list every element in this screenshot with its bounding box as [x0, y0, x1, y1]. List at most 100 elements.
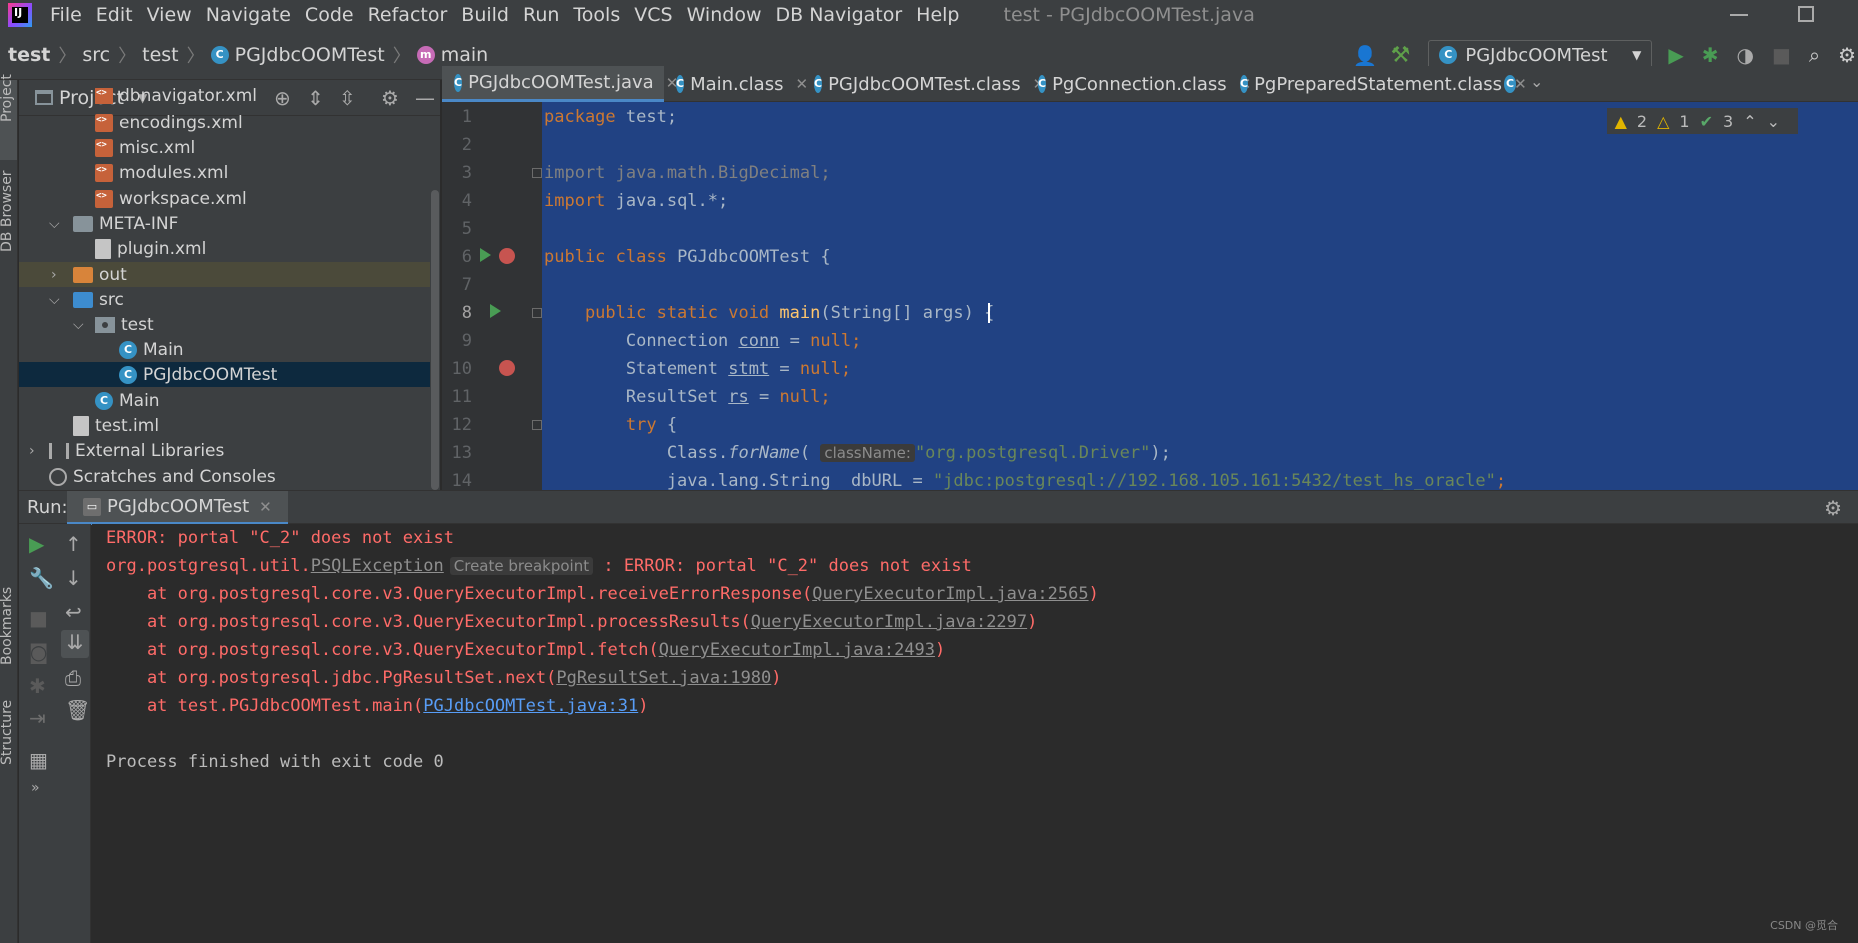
- chevron-down-icon[interactable]: ⌵: [73, 317, 84, 333]
- debug-icon[interactable]: ✱: [1702, 43, 1719, 67]
- breadcrumb-project[interactable]: test: [8, 44, 50, 66]
- build-hammer-icon[interactable]: ⚒: [1391, 43, 1411, 68]
- code-editor[interactable]: 1 2 3 4 5 6 7 8 9 10 11 12 13 14 package…: [442, 102, 1858, 491]
- tool-window-bookmarks-button[interactable]: Bookmarks: [0, 585, 17, 675]
- run-tab-pgjdbcoomtest[interactable]: ▭ PGJdbcOOMTest ✕: [67, 491, 288, 525]
- camera-icon[interactable]: ◙: [29, 640, 48, 664]
- close-icon[interactable]: ✕: [259, 498, 272, 516]
- tree-item-main-root[interactable]: C Main: [19, 388, 440, 413]
- menu-window[interactable]: Window: [687, 4, 762, 26]
- tree-item-test-package[interactable]: ⌵ test: [19, 312, 440, 337]
- debug-disabled-icon[interactable]: ✱: [29, 674, 46, 698]
- tree-item-misc[interactable]: misc.xml: [19, 135, 440, 160]
- run-console[interactable]: ERROR: portal "C_2" does not exist org.p…: [92, 524, 1858, 943]
- menu-run[interactable]: Run: [523, 4, 559, 26]
- menu-vcs[interactable]: VCS: [634, 4, 672, 26]
- soft-wrap-icon[interactable]: ↩: [65, 600, 82, 624]
- settings-gear-icon[interactable]: ⚙: [1838, 43, 1856, 67]
- tree-item-pgjdbcoomtest[interactable]: C PGJdbcOOMTest: [19, 362, 440, 387]
- menu-db-navigator[interactable]: DB Navigator: [775, 4, 902, 26]
- inspection-widget[interactable]: ▲ 2 △ 1 ✔ 3 ⌃ ⌄: [1606, 108, 1798, 134]
- editor-gutter[interactable]: 1 2 3 4 5 6 7 8 9 10 11 12 13 14: [442, 102, 542, 491]
- tree-item-plugin[interactable]: plugin.xml: [19, 236, 440, 261]
- restore-button[interactable]: [1798, 6, 1814, 22]
- chevron-up-icon[interactable]: ⌃: [1743, 112, 1756, 131]
- user-icon[interactable]: 👤: [1353, 44, 1378, 68]
- wrench-icon[interactable]: 🔧: [29, 566, 54, 590]
- scroll-to-end-icon[interactable]: ⇊: [61, 630, 89, 658]
- code-area[interactable]: package test; import java.math.BigDecima…: [542, 102, 1858, 491]
- tree-item-out[interactable]: › out: [19, 262, 440, 287]
- run-icon[interactable]: ▶: [1668, 43, 1683, 67]
- menu-file[interactable]: File: [50, 4, 82, 26]
- stacktrace-link[interactable]: PgResultSet.java:1980: [556, 668, 771, 688]
- layout-icon[interactable]: ▦: [29, 748, 48, 772]
- tab-pgjdbcoomtest-java[interactable]: C PGJdbcOOMTest.java ✕: [442, 66, 678, 102]
- tab-pgjdbcoomtest-class[interactable]: CPGJdbcOOMTest.class✕: [802, 66, 1045, 102]
- tree-item-test-iml[interactable]: test.iml: [19, 413, 440, 438]
- tab-pgconnection-class[interactable]: CPgConnection.class✕: [1026, 66, 1251, 102]
- tree-item-src[interactable]: ⌵ src: [19, 287, 440, 312]
- arrow-down-icon[interactable]: ↓: [65, 566, 82, 590]
- search-icon[interactable]: ⌕: [1809, 43, 1820, 67]
- scrollbar-thumb[interactable]: [431, 190, 439, 490]
- fold-icon[interactable]: [532, 308, 542, 318]
- chevron-down-icon[interactable]: ⌵: [49, 292, 60, 308]
- tree-item-meta-inf[interactable]: ⌵ META-INF: [19, 211, 440, 236]
- menu-code[interactable]: Code: [305, 4, 354, 26]
- tree-item-modules[interactable]: modules.xml: [19, 160, 440, 185]
- tree-item-main[interactable]: C Main: [19, 337, 440, 362]
- breadcrumb-package[interactable]: test: [142, 44, 179, 66]
- chevron-down-icon[interactable]: ⌄: [1530, 72, 1543, 91]
- menu-view[interactable]: View: [147, 4, 192, 26]
- expand-more-icon[interactable]: »: [31, 780, 40, 796]
- fold-icon[interactable]: [532, 420, 542, 430]
- chevron-right-icon[interactable]: ›: [29, 443, 35, 459]
- menu-tools[interactable]: Tools: [573, 4, 620, 26]
- chevron-down-icon[interactable]: ⌄: [1767, 112, 1780, 131]
- exit-icon[interactable]: ⇥: [29, 706, 46, 730]
- menu-edit[interactable]: Edit: [96, 4, 133, 26]
- breakpoint-icon[interactable]: [499, 248, 515, 264]
- coverage-icon[interactable]: ◑: [1737, 43, 1754, 67]
- stacktrace-link[interactable]: QueryExecutorImpl.java:2565: [812, 584, 1088, 604]
- breakpoint-icon[interactable]: [499, 360, 515, 376]
- project-scrollbar[interactable]: [430, 120, 440, 490]
- stacktrace-link[interactable]: QueryExecutorImpl.java:2297: [751, 612, 1027, 632]
- settings-gear-icon[interactable]: ⚙: [1824, 496, 1842, 520]
- tree-item-dbnavigator[interactable]: dbnavigator.xml: [19, 88, 440, 104]
- rerun-icon[interactable]: ▶: [29, 532, 44, 556]
- tab-pgpreparedstatement-class[interactable]: C PgPreparedStatement.class ✕: [1228, 66, 1527, 102]
- arrow-up-icon[interactable]: ↑: [65, 532, 82, 556]
- breadcrumb-src[interactable]: src: [82, 44, 110, 66]
- menu-navigate[interactable]: Navigate: [206, 4, 291, 26]
- exception-link[interactable]: PSQLException: [311, 556, 444, 576]
- run-gutter-icon[interactable]: [490, 304, 501, 318]
- menu-refactor[interactable]: Refactor: [368, 4, 448, 26]
- stop-icon[interactable]: ■: [29, 606, 48, 630]
- tab-main-class[interactable]: C Main.class ✕: [664, 66, 808, 102]
- menu-build[interactable]: Build: [461, 4, 509, 26]
- breadcrumb-method[interactable]: m main: [416, 44, 488, 66]
- tool-window-db-browser-button[interactable]: DB Browser: [0, 170, 17, 270]
- create-breakpoint-hint[interactable]: Create breakpoint: [449, 557, 594, 575]
- trash-icon[interactable]: 🗑: [65, 698, 90, 722]
- tree-item-scratches[interactable]: Scratches and Consoles: [19, 464, 440, 489]
- tool-window-structure-button[interactable]: Structure: [0, 700, 17, 785]
- stop-icon[interactable]: ■: [1772, 43, 1791, 67]
- stacktrace-link[interactable]: QueryExecutorImpl.java:2493: [659, 640, 935, 660]
- tree-item-external-libraries[interactable]: › External Libraries: [19, 438, 440, 463]
- tool-window-project-button[interactable]: Project: [0, 74, 17, 160]
- chevron-right-icon[interactable]: ›: [51, 267, 57, 283]
- run-gutter-icon[interactable]: [480, 248, 491, 262]
- minimize-button[interactable]: [1730, 14, 1748, 16]
- chevron-down-icon[interactable]: ⌵: [49, 216, 60, 232]
- stacktrace-link[interactable]: PGJdbcOOMTest.java:31: [423, 696, 638, 716]
- fold-icon[interactable]: [532, 168, 542, 178]
- print-icon[interactable]: ⎙: [65, 666, 81, 690]
- tree-item-encodings[interactable]: encodings.xml: [19, 110, 440, 135]
- tree-item-workspace[interactable]: workspace.xml: [19, 186, 440, 211]
- tab-overflow[interactable]: C: [1492, 66, 1522, 102]
- breadcrumb-class[interactable]: C PGJdbcOOMTest: [210, 44, 385, 66]
- menu-help[interactable]: Help: [916, 4, 959, 26]
